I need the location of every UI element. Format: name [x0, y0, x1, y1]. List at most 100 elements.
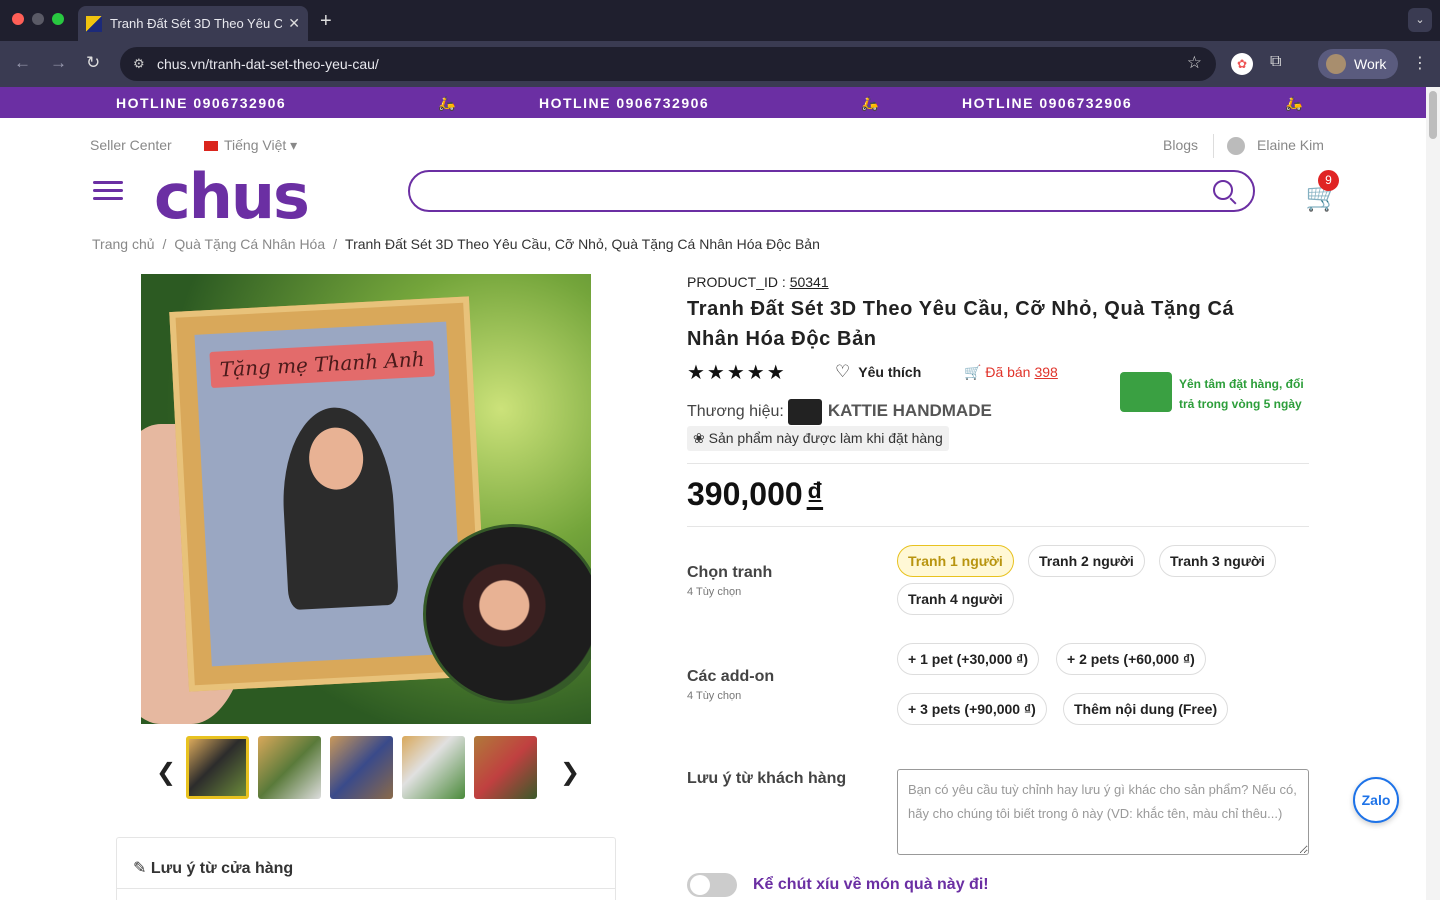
extension-icon[interactable]: ✿ [1231, 53, 1253, 75]
store-notice-title: Lưu ý từ cửa hàng [150, 860, 294, 877]
option-picture-label: Chọn tranh [687, 564, 773, 581]
chus-logo[interactable]: chus [154, 160, 310, 233]
breadcrumb-home[interactable]: Trang chủ [92, 236, 155, 252]
brand-name[interactable]: KATTIE HANDMADE [828, 401, 992, 420]
breadcrumb-category[interactable]: Quà Tặng Cá Nhân Hóa [174, 236, 325, 252]
minimize-window-button[interactable] [32, 13, 44, 25]
guarantee-line-2: trả trong vòng 5 ngày [1179, 397, 1302, 411]
back-button[interactable]: ← [14, 53, 31, 73]
bookmark-star-icon[interactable]: ☆ [1187, 53, 1202, 73]
reference-portrait-inset [423, 524, 591, 704]
hotline-text: HOTLINE 0906732906 [539, 95, 710, 111]
made-to-order-badge: ❀ Sản phẩm này được làm khi đặt hàng [687, 426, 949, 451]
thumbnail-1[interactable] [186, 736, 249, 799]
heart-icon: ♡ [835, 362, 851, 381]
product-title: Tranh Đất Sét 3D Theo Yêu Cầu, Cỡ Nhỏ, Q… [687, 298, 1235, 350]
note-icon: ✎ [133, 860, 151, 877]
return-guarantee: Yên tâm đặt hàng, đổi trả trong vòng 5 ng… [1120, 372, 1310, 414]
product-main-image[interactable]: Tặng mẹ Thanh Anh [141, 274, 591, 724]
addon-chip-extra-content[interactable]: Thêm nội dung (Free) [1063, 693, 1229, 725]
addon-chip-2-pets[interactable]: + 2 pets (+60,000 ₫) [1056, 643, 1206, 675]
gift-story-label: Kể chút xíu về món quà này đi! [753, 876, 989, 893]
chevron-left-icon[interactable]: ❮ [156, 758, 176, 787]
thumbnail-5[interactable] [474, 736, 537, 799]
divider [687, 463, 1309, 464]
search-input[interactable] [408, 170, 1255, 212]
maximize-window-button[interactable] [52, 13, 64, 25]
thumbnail-2[interactable] [258, 736, 321, 799]
menu-hamburger-icon[interactable] [93, 181, 123, 205]
addon-chip-3-pets[interactable]: + 3 pets (+90,000 ₫) [897, 693, 1047, 725]
customer-note-label: Lưu ý từ khách hàng [687, 770, 847, 787]
blogs-link[interactable]: Blogs [1163, 137, 1198, 153]
close-tab-icon[interactable]: ✕ [288, 15, 300, 32]
guarantee-line-1: Yên tâm đặt hàng, đổi [1179, 377, 1304, 391]
option-addons-count: 4 Tùy chọn [687, 690, 742, 702]
gift-story-toggle[interactable] [687, 873, 737, 897]
option-picture-count: 4 Tùy chọn [687, 586, 742, 598]
browser-menu-icon[interactable]: ⋮ [1412, 53, 1428, 73]
product-id-label: PRODUCT_ID : [687, 274, 790, 290]
product-id: PRODUCT_ID : 50341 [687, 274, 829, 290]
option-chip-3-person[interactable]: Tranh 3 người [1159, 545, 1276, 577]
scooter-icon: 🛵 [438, 95, 457, 111]
favorite-label: Yêu thích [858, 364, 922, 380]
header-divider [1213, 134, 1214, 158]
brand-row: Thương hiệu: KATTIE HANDMADE [687, 399, 992, 425]
card-divider [117, 888, 615, 889]
chevron-right-icon[interactable]: ❯ [560, 758, 580, 787]
handmade-icon: ❀ [693, 430, 709, 446]
close-window-button[interactable] [12, 13, 24, 25]
thumbnail-4[interactable] [402, 736, 465, 799]
customer-note-input[interactable] [897, 769, 1309, 855]
user-name-link[interactable]: Elaine Kim [1257, 137, 1324, 153]
breadcrumb: Trang chủ / Quà Tặng Cá Nhân Hóa / Tranh Đất… [92, 236, 820, 252]
site-favicon-icon [86, 15, 102, 32]
language-selector[interactable]: Tiếng Việt ▾ [204, 137, 297, 154]
new-tab-button[interactable]: + [320, 10, 332, 33]
option-chip-4-person[interactable]: Tranh 4 người [897, 583, 1014, 615]
option-chip-1-person[interactable]: Tranh 1 người [897, 545, 1014, 577]
addon-chip-1-pet[interactable]: + 1 pet (+30,000 ₫) [897, 643, 1040, 675]
user-avatar-icon [1227, 137, 1245, 155]
cart-count-badge: 9 [1318, 170, 1339, 191]
option-chip-2-person[interactable]: Tranh 2 người [1028, 545, 1145, 577]
hotline-bar: HOTLINE 0906732906 🛵 HOTLINE 0906732906 … [0, 87, 1426, 118]
option-addons-label: Các add-on [687, 668, 775, 685]
cart-red-icon: 🛒 [964, 364, 986, 380]
url-text: chus.vn/tranh-dat-set-theo-yeu-cau/ [157, 56, 379, 72]
hotline-text: HOTLINE 0906732906 [116, 95, 287, 111]
page-scrollbar[interactable] [1426, 87, 1440, 900]
reload-button[interactable]: ↻ [86, 53, 100, 73]
sold-label: Đã bán [985, 364, 1031, 380]
browser-tab-bar: Tranh Đất Sét 3D Theo Yêu Cầu ✕ + ⌄ [0, 0, 1440, 41]
frame-banner-text: Tặng mẹ Thanh Anh [209, 340, 435, 389]
scooter-icon: 🛵 [861, 95, 880, 111]
toggle-knob [690, 875, 710, 895]
seller-center-link[interactable]: Seller Center [90, 137, 172, 153]
return-guarantee-icon [1120, 372, 1172, 412]
zalo-chat-button[interactable]: Zalo [1353, 777, 1399, 823]
currency-symbol: ₫ [806, 476, 824, 512]
made-to-order-text: Sản phẩm này được làm khi đặt hàng [708, 430, 943, 446]
scrollbar-thumb[interactable] [1429, 91, 1437, 139]
extensions-puzzle-icon[interactable]: ⧉ [1270, 53, 1281, 71]
product-id-value[interactable]: 50341 [790, 274, 829, 290]
site-info-icon[interactable]: ⚙ [133, 56, 145, 72]
profile-button[interactable]: Work [1318, 49, 1398, 79]
favorite-button[interactable]: ♡ Yêu thích [835, 362, 921, 382]
hotline-text: HOTLINE 0906732906 [962, 95, 1133, 111]
breadcrumb-current: Tranh Đất Sét 3D Theo Yêu Cầu, Cỡ Nhỏ, Q… [345, 236, 820, 252]
browser-tab[interactable]: Tranh Đất Sét 3D Theo Yêu Cầu ✕ [78, 6, 308, 41]
tab-title: Tranh Đất Sét 3D Theo Yêu Cầu [110, 16, 283, 31]
forward-button[interactable]: → [50, 53, 67, 73]
address-bar[interactable]: ⚙ chus.vn/tranh-dat-set-theo-yeu-cau/ ☆ [120, 47, 1216, 81]
thumbnail-3[interactable] [330, 736, 393, 799]
sold-count: 🛒 Đã bán 398 [964, 364, 1058, 381]
rating-stars: ★★★★★ [687, 362, 787, 384]
browser-toolbar: ← → ↻ ⚙ chus.vn/tranh-dat-set-theo-yeu-c… [0, 41, 1440, 87]
product-price: 390,000 ₫ [687, 476, 823, 513]
divider [687, 526, 1309, 527]
search-icon[interactable] [1213, 180, 1233, 200]
tab-search-button[interactable]: ⌄ [1408, 8, 1432, 32]
